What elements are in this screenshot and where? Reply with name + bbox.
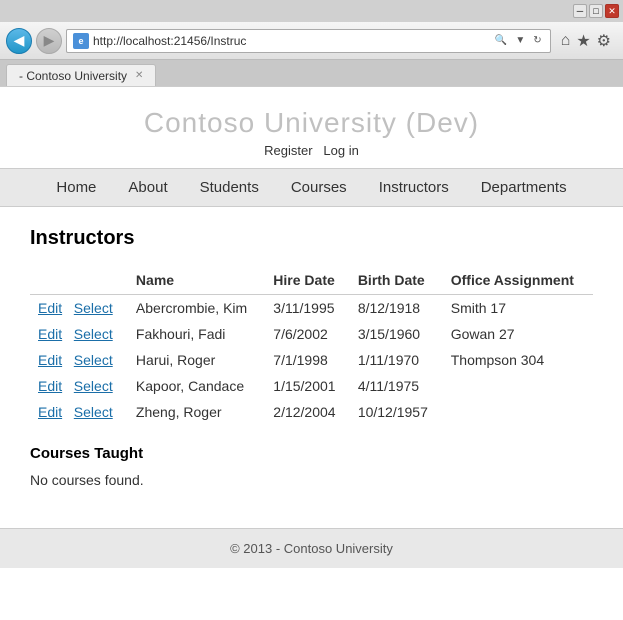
instructor-name: Harui, Roger [128,347,265,373]
minimize-button[interactable]: ─ [573,4,587,18]
tab-close-button[interactable]: ✕ [135,70,143,81]
hire-date: 3/11/1995 [265,295,350,322]
site-navigation: Home About Students Courses Instructors … [0,168,623,207]
instructor-name: Kapoor, Candace [128,373,265,399]
office-assignment: Smith 17 [443,295,593,322]
table-row: Edit Select Fakhouri, Fadi 7/6/2002 3/15… [30,321,593,347]
instructor-name: Fakhouri, Fadi [128,321,265,347]
table-row: Edit Select Harui, Roger 7/1/1998 1/11/1… [30,347,593,373]
edit-link[interactable]: Edit [38,378,62,394]
address-icon: e [73,33,89,49]
col-birth-date: Birth Date [350,266,443,295]
select-link[interactable]: Select [74,378,113,394]
hire-date: 7/6/2002 [265,321,350,347]
edit-link[interactable]: Edit [38,300,62,316]
down-arrow-icon[interactable]: ▼ [513,35,527,46]
login-link[interactable]: Log in [323,143,358,158]
no-courses-message: No courses found. [30,472,593,488]
birth-date: 10/12/1957 [350,399,443,425]
nav-students[interactable]: Students [184,169,275,206]
maximize-button[interactable]: □ [589,4,603,18]
birth-date: 8/12/1918 [350,295,443,322]
refresh-icon[interactable]: ↻ [531,35,543,46]
address-bar[interactable]: e 🔍 ▼ ↻ [66,29,551,53]
home-button[interactable]: ⌂ [561,32,571,50]
col-actions [30,266,128,295]
table-row: Edit Select Kapoor, Candace 1/15/2001 4/… [30,373,593,399]
tab-title: - Contoso University [19,69,127,83]
nav-courses[interactable]: Courses [275,169,363,206]
row-actions: Edit Select [30,347,128,373]
nav-departments[interactable]: Departments [465,169,583,206]
edit-link[interactable]: Edit [38,404,62,420]
nav-instructors[interactable]: Instructors [363,169,465,206]
settings-button[interactable]: ⚙ [597,31,611,51]
nav-home[interactable]: Home [40,169,112,206]
birth-date: 3/15/1960 [350,321,443,347]
row-actions: Edit Select [30,399,128,425]
col-name: Name [128,266,265,295]
col-office: Office Assignment [443,266,593,295]
birth-date: 4/11/1975 [350,373,443,399]
hire-date: 2/12/2004 [265,399,350,425]
courses-taught-heading: Courses Taught [30,445,593,462]
main-content: Instructors Name Hire Date Birth Date Of… [0,207,623,508]
navigation-bar: ◀ ▶ e 🔍 ▼ ↻ ⌂ ★ ⚙ [0,22,623,60]
site-title: Contoso University (Dev) [0,107,623,139]
url-input[interactable] [93,34,489,48]
row-actions: Edit Select [30,373,128,399]
select-link[interactable]: Select [74,352,113,368]
back-button[interactable]: ◀ [6,28,32,54]
instructor-name: Abercrombie, Kim [128,295,265,322]
office-assignment: Thompson 304 [443,347,593,373]
instructors-table: Name Hire Date Birth Date Office Assignm… [30,266,593,425]
instructor-name: Zheng, Roger [128,399,265,425]
row-actions: Edit Select [30,321,128,347]
col-hire-date: Hire Date [265,266,350,295]
forward-button[interactable]: ▶ [36,28,62,54]
table-row: Edit Select Abercrombie, Kim 3/11/1995 8… [30,295,593,322]
select-link[interactable]: Select [74,404,113,420]
row-actions: Edit Select [30,295,128,322]
toolbar-buttons: ⌂ ★ ⚙ [555,31,617,51]
search-icon[interactable]: 🔍 [493,35,509,46]
page-title: Instructors [30,227,593,250]
edit-link[interactable]: Edit [38,326,62,342]
select-link[interactable]: Select [74,326,113,342]
page-content: Contoso University (Dev) Register Log in… [0,87,623,607]
office-assignment [443,399,593,425]
hire-date: 1/15/2001 [265,373,350,399]
site-auth: Register Log in [0,143,623,158]
edit-link[interactable]: Edit [38,352,62,368]
birth-date: 1/11/1970 [350,347,443,373]
office-assignment [443,373,593,399]
hire-date: 7/1/1998 [265,347,350,373]
register-link[interactable]: Register [264,143,312,158]
favorites-button[interactable]: ★ [576,31,590,51]
browser-tab[interactable]: - Contoso University ✕ [6,64,156,86]
footer-text: © 2013 - Contoso University [230,541,393,556]
nav-about[interactable]: About [112,169,183,206]
table-row: Edit Select Zheng, Roger 2/12/2004 10/12… [30,399,593,425]
office-assignment: Gowan 27 [443,321,593,347]
close-button[interactable]: ✕ [605,4,619,18]
tab-bar: - Contoso University ✕ [0,60,623,86]
select-link[interactable]: Select [74,300,113,316]
title-bar: ─ □ ✕ [0,0,623,22]
site-footer: © 2013 - Contoso University [0,528,623,568]
site-header: Contoso University (Dev) Register Log in [0,87,623,168]
